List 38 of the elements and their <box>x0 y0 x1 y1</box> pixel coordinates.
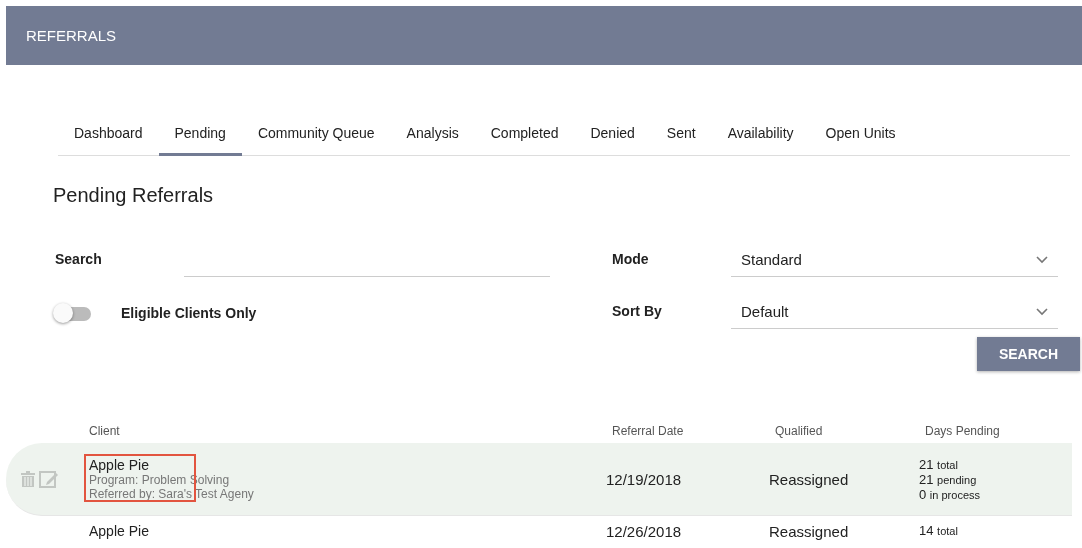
search-label: Search <box>55 251 103 269</box>
column-header: Client <box>89 424 121 438</box>
client-name: Apple Pie <box>89 523 150 539</box>
days-count: 21 total <box>919 456 959 472</box>
tab[interactable]: Denied <box>574 113 651 156</box>
table-cell-text: Reassigned <box>769 470 850 488</box>
tab[interactable]: Completed <box>474 113 575 156</box>
table-cell-text: 12/26/2018 <box>606 523 683 540</box>
tab[interactable]: Open Units <box>809 113 912 156</box>
table-row[interactable]: Apple Pie 12/26/2018 Reassigned 14 total <box>6 516 1072 548</box>
header-title: REFERRALS <box>26 27 117 44</box>
days-count: 0 in process <box>919 486 981 502</box>
days-count: 14 total <box>919 523 959 538</box>
mode-dropdown[interactable]: Standard <box>731 251 1058 277</box>
sort-dropdown[interactable]: Default <box>731 303 1058 329</box>
chevron-icon <box>1036 255 1048 264</box>
tab[interactable]: Pending <box>158 113 242 156</box>
column-header: Referral Date <box>612 424 685 438</box>
mode-label: Mode <box>612 251 650 269</box>
tab[interactable]: Community Queue <box>241 113 391 156</box>
tab[interactable]: Dashboard <box>58 113 159 156</box>
column-header: Qualified <box>775 424 824 438</box>
column-header: Days Pending <box>925 424 1001 438</box>
trash-icon[interactable] <box>20 470 36 488</box>
page-title: Pending Referrals <box>53 184 215 207</box>
table-cell-text: Reassigned <box>769 523 850 540</box>
toggle-label: Eligible Clients Only <box>121 305 257 323</box>
tab[interactable]: Availability <box>711 113 810 156</box>
edit-icon[interactable] <box>39 470 59 488</box>
referred-by-text: Referred by: Sara's Test Ageny <box>89 487 255 501</box>
sort-label: Sort By <box>612 303 663 321</box>
days-count: 21 pending <box>919 471 978 487</box>
chevron-icon <box>1036 307 1048 316</box>
table-cell-text: 12/19/2018 <box>606 470 683 488</box>
tab[interactable]: Sent <box>650 113 712 156</box>
tab[interactable]: Analysis <box>390 113 475 156</box>
search-button[interactable]: SEARCH <box>977 337 1080 371</box>
client-name: Apple Pie <box>89 457 150 473</box>
